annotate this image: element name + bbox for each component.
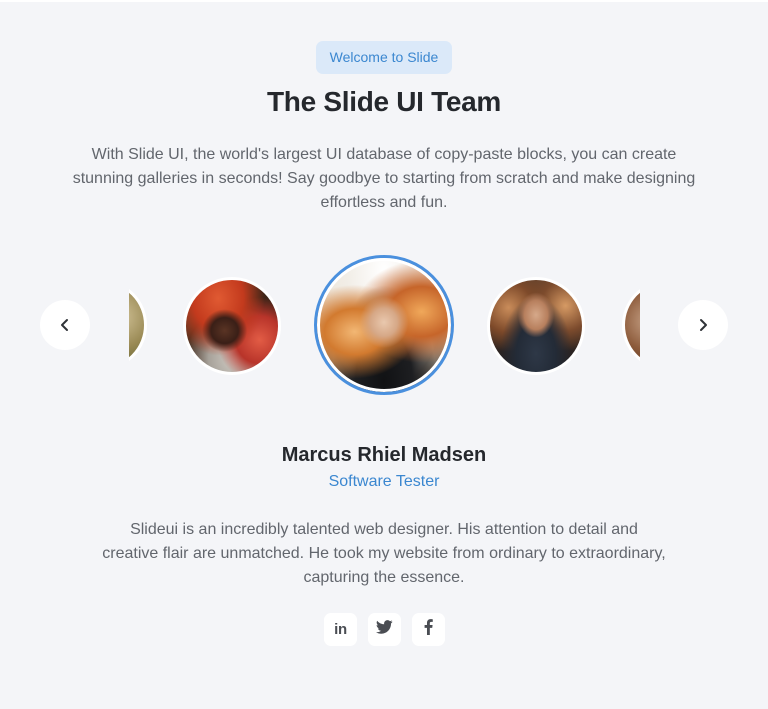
section-title: The Slide UI Team — [267, 86, 501, 117]
carousel-prev-button[interactable] — [40, 300, 90, 350]
avatar-partial-left[interactable] — [129, 272, 149, 376]
facebook-icon — [424, 619, 433, 640]
social-links: in — [322, 613, 446, 647]
avatar-man-suit[interactable] — [487, 277, 585, 375]
carousel-next-button[interactable] — [678, 300, 728, 350]
chevron-right-icon — [697, 318, 709, 332]
team-section: Welcome to Slide The Slide UI Team With … — [0, 2, 768, 709]
chevron-left-icon — [59, 318, 71, 332]
member-name: Marcus Rhiel Madsen — [281, 444, 487, 466]
welcome-badge: Welcome to Slide — [316, 41, 452, 74]
twitter-button[interactable] — [368, 613, 401, 646]
member-role: Software Tester — [328, 473, 440, 490]
section-description: With Slide UI, the world's largest UI da… — [72, 146, 696, 211]
linkedin-icon: in — [334, 621, 347, 638]
avatar-woman-red-hat[interactable] — [183, 277, 281, 375]
member-quote: Slideui is an incredibly talented web de… — [102, 521, 666, 586]
twitter-icon — [375, 620, 393, 639]
linkedin-button[interactable]: in — [324, 613, 357, 646]
team-carousel — [0, 252, 768, 397]
facebook-button[interactable] — [412, 613, 445, 646]
avatar-active[interactable] — [314, 255, 454, 395]
avatar-partial-right[interactable] — [620, 272, 640, 376]
